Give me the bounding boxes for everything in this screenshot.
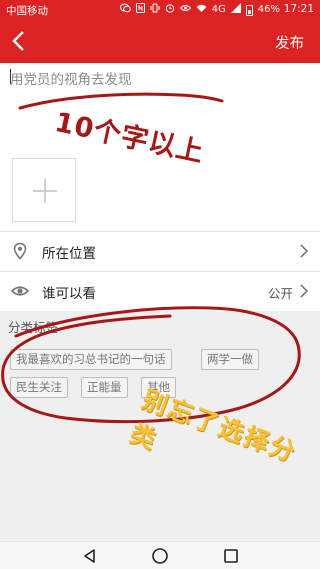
chevron-left-icon <box>12 31 24 51</box>
visibility-row[interactable]: 谁可以看 公开 <box>0 272 320 310</box>
status-icons: 4G 46% <box>119 3 280 17</box>
signal-icon <box>230 3 241 17</box>
wechat-icon <box>119 3 131 17</box>
eye-icon <box>11 286 29 296</box>
visibility-value: 公开 <box>267 286 293 301</box>
battery-icon <box>245 4 253 16</box>
home-circle-icon[interactable] <box>151 547 169 565</box>
alarm-icon <box>165 3 175 17</box>
location-label: 所在位置 <box>42 246 96 262</box>
tag-chip[interactable]: 民生关注 <box>10 377 68 398</box>
location-pin-icon <box>13 242 27 260</box>
back-button[interactable] <box>6 28 32 54</box>
status-bar: 中国移动 4G 46% 17:21 <box>0 0 320 20</box>
nfc-icon <box>135 3 145 17</box>
plus-icon <box>33 179 57 203</box>
back-triangle-icon[interactable] <box>81 547 99 565</box>
carrier-name: 中国移动 <box>6 5 48 17</box>
tag-chip[interactable]: 正能量 <box>81 377 128 398</box>
recents-square-icon[interactable] <box>222 547 240 565</box>
visibility-label: 谁可以看 <box>42 286 96 302</box>
battery-level: 46% <box>257 4 280 15</box>
chevron-right-icon <box>300 244 308 258</box>
navigation-bar <box>0 541 320 569</box>
title-bar: 发布 <box>0 20 320 63</box>
vibrate-icon <box>150 3 160 17</box>
add-image-button[interactable] <box>12 158 76 222</box>
publish-button[interactable]: 发布 <box>275 32 304 53</box>
clock: 17:21 <box>283 3 314 15</box>
section-title: 分类标签 <box>8 320 59 335</box>
network-type: 4G <box>211 4 226 15</box>
eye-icon <box>179 3 191 17</box>
chevron-right-icon <box>300 284 308 298</box>
wifi-icon <box>196 3 207 17</box>
tag-chip[interactable]: 我最喜欢的习总书记的一句话 <box>10 349 172 370</box>
location-row[interactable]: 所在位置 <box>0 232 320 270</box>
tag-chip[interactable]: 两学一做 <box>201 349 259 370</box>
